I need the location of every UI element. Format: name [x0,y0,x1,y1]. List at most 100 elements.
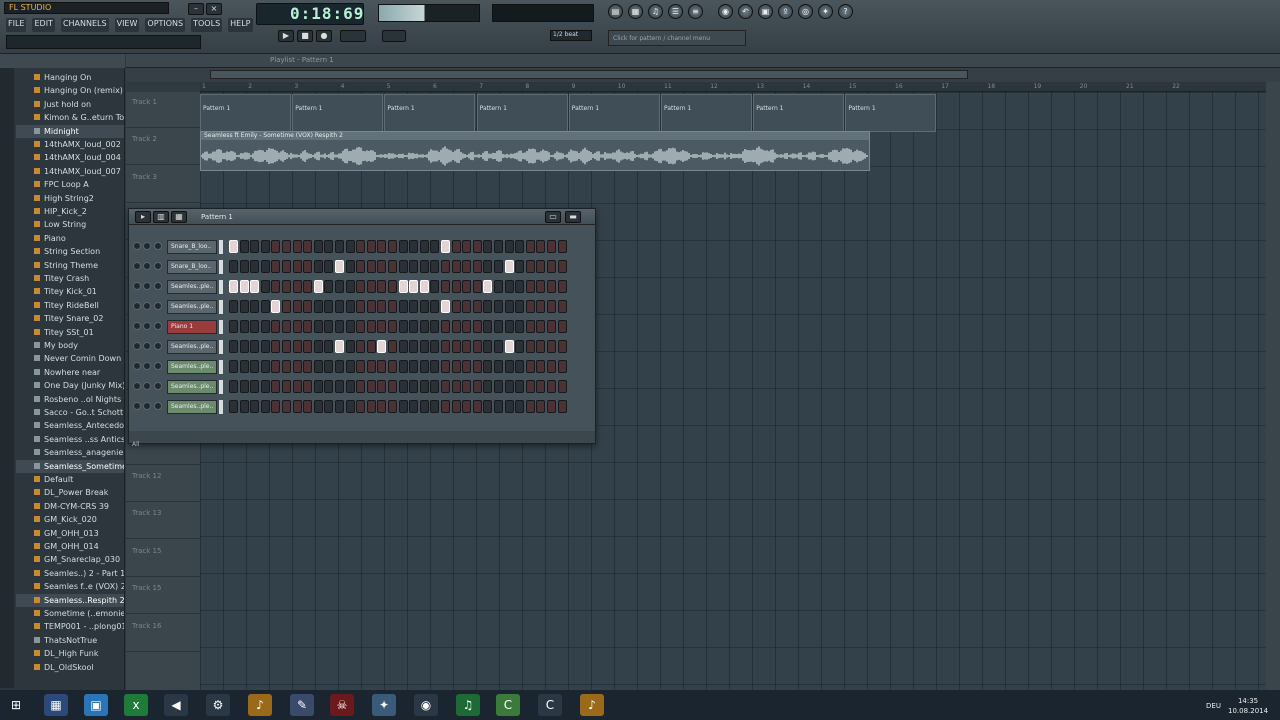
step-button[interactable] [366,300,376,313]
step-button[interactable] [536,280,546,293]
browser-item[interactable]: Default [16,473,124,486]
step-button[interactable] [229,380,238,393]
step-button[interactable] [303,380,313,393]
track-name[interactable]: Track 1 [126,92,200,128]
step-button[interactable] [229,240,238,253]
pattern-hint[interactable]: Click for pattern / channel menu [608,30,746,46]
step-button[interactable] [398,320,408,333]
step-button[interactable] [345,240,355,253]
step-button[interactable] [250,380,260,393]
step-button[interactable] [366,380,376,393]
step-button[interactable] [388,260,397,273]
channel-name-button[interactable]: Seamles..ple.. [167,340,217,354]
step-button[interactable] [409,360,419,373]
step-button[interactable] [472,300,482,313]
step-button[interactable] [536,340,546,353]
step-button[interactable] [504,360,514,373]
step-button[interactable] [303,320,313,333]
pattern-clip[interactable]: Pattern 1 [661,94,752,132]
step-button[interactable] [229,360,238,373]
step-button[interactable] [409,320,419,333]
step-button[interactable] [419,360,429,373]
volume-knob[interactable] [154,382,162,390]
c4d-icon[interactable]: C [496,694,520,716]
step-button[interactable] [229,260,238,273]
mute-toggle[interactable] [133,362,141,370]
step-button[interactable] [430,320,440,333]
step-button[interactable] [260,400,270,413]
online-icon[interactable]: ✦ [818,4,833,19]
step-button[interactable] [483,300,493,313]
step-button[interactable] [483,280,493,293]
step-button[interactable] [335,260,344,273]
browser-item[interactable]: DL_OldSkool [16,661,124,674]
step-button[interactable] [557,320,567,333]
store2-icon[interactable]: ✦ [372,694,396,716]
step-button[interactable] [313,280,323,293]
step-button[interactable] [313,240,323,253]
record-button[interactable]: ● [316,30,332,42]
step-button[interactable] [388,400,397,413]
step-button[interactable] [483,360,493,373]
close-button[interactable]: × [206,3,222,15]
step-button[interactable] [547,280,556,293]
step-button[interactable] [377,320,387,333]
mute-toggle[interactable] [133,282,141,290]
step-button[interactable] [441,260,450,273]
step-button[interactable] [451,380,461,393]
mute-toggle[interactable] [133,242,141,250]
step-button[interactable] [377,340,387,353]
mute-toggle[interactable] [133,302,141,310]
mute-toggle[interactable] [133,262,141,270]
undo-icon[interactable]: ↶ [738,4,753,19]
step-button[interactable] [239,260,249,273]
step-button[interactable] [292,240,302,253]
step-button[interactable] [525,280,535,293]
step-button[interactable] [388,340,397,353]
step-button[interactable] [260,340,270,353]
mixer-icon[interactable]: ≡ [688,4,703,19]
browser-item[interactable]: ThatsNotTrue [16,634,124,647]
step-button[interactable] [451,400,461,413]
step-button[interactable] [547,340,556,353]
step-button[interactable] [377,400,387,413]
channel-selector[interactable] [219,360,223,374]
step-button[interactable] [451,340,461,353]
channel-name-button[interactable]: Seamles..ple.. [167,380,217,394]
step-sequencer-window[interactable]: ▸ ▥ ▦ Pattern 1 ▭ ▬ Snare_B_loo.. Snare_B… [128,208,596,448]
step-button[interactable] [472,240,482,253]
step-button[interactable] [282,400,291,413]
browser-item[interactable]: String Section [16,245,124,258]
browser-item[interactable]: Hanging On (remix) [16,84,124,97]
step-button[interactable] [313,300,323,313]
skull-icon[interactable]: ☠ [330,694,354,716]
step-button[interactable] [430,260,440,273]
step-button[interactable] [260,240,270,253]
step-button[interactable] [557,360,567,373]
channel-filter[interactable]: All [129,441,139,448]
browser-item[interactable]: Sometime (..emonies [16,607,124,620]
step-button[interactable] [388,320,397,333]
step-button[interactable] [335,280,344,293]
step-button[interactable] [271,240,281,253]
step-button[interactable] [430,360,440,373]
channel-selector[interactable] [219,260,223,274]
track-name[interactable]: Track 15 [126,578,200,615]
step-button[interactable] [250,280,260,293]
step-button[interactable] [239,300,249,313]
step-button[interactable] [451,320,461,333]
step-button[interactable] [345,300,355,313]
step-button[interactable] [504,280,514,293]
step-button[interactable] [388,240,397,253]
step-button[interactable] [282,300,291,313]
channel-name-button[interactable]: Snare_B_loo.. [167,260,217,274]
step-button[interactable] [525,340,535,353]
step-button[interactable] [547,240,556,253]
step-button[interactable] [260,280,270,293]
step-button[interactable] [303,360,313,373]
step-button[interactable] [324,380,334,393]
step-sequencer-title[interactable]: Pattern 1 [201,213,233,221]
step-button[interactable] [462,300,472,313]
ss-menu-icon[interactable]: ▸ [135,211,151,223]
pan-knob[interactable] [143,362,151,370]
